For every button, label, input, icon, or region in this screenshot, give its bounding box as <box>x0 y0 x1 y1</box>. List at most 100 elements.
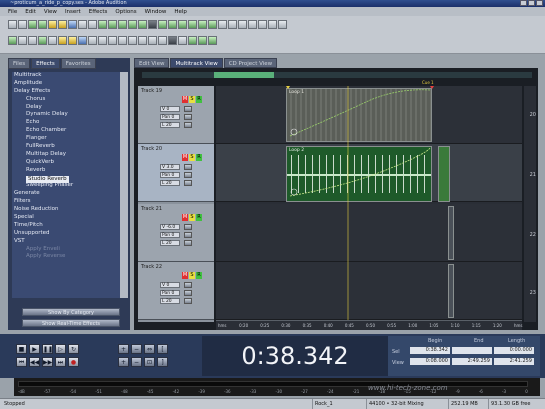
toolbar-button-icon[interactable] <box>28 20 37 29</box>
toolbar-button-icon[interactable] <box>128 36 137 45</box>
tree-effect-item[interactable]: Chorus <box>26 96 120 104</box>
toolbar-button-icon[interactable] <box>48 36 57 45</box>
tree-folder[interactable]: Noise Reduction <box>14 206 120 214</box>
toolbar-button-icon[interactable] <box>118 20 127 29</box>
tree-folder[interactable]: Multitrack <box>14 72 120 80</box>
menu-insert[interactable]: Insert <box>65 9 81 15</box>
loop-button[interactable]: ↻ <box>68 344 79 354</box>
zoom-out-horizontal-icon[interactable]: − <box>131 344 142 354</box>
output-field[interactable]: L 20 <box>160 122 180 128</box>
record-arm-button[interactable]: R <box>196 96 202 103</box>
time-ruler[interactable]: hms 0:20 0:25 0:30 0:35 0:40 0:45 0:50 0:55 1:00 1… <box>216 320 523 330</box>
toolbar-button-icon[interactable] <box>38 20 47 29</box>
volume-field[interactable]: V 3.0 <box>160 164 180 170</box>
tree-effect-item[interactable]: Echo <box>26 119 120 127</box>
volume-envelope[interactable] <box>289 89 431 137</box>
toolbar-button-icon[interactable] <box>238 20 247 29</box>
track-option-button[interactable] <box>184 224 192 230</box>
sel-length-field[interactable]: 0:00.000 <box>494 347 534 354</box>
track-name[interactable]: Track 21 <box>141 206 162 212</box>
effects-scrollbar[interactable] <box>120 72 128 298</box>
toolbar-button-icon[interactable] <box>98 20 107 29</box>
track-option-button[interactable] <box>184 106 192 112</box>
volume-field[interactable]: V 0 <box>160 106 180 112</box>
toolbar-button-icon[interactable] <box>88 20 97 29</box>
tree-effect-item[interactable]: FullReverb <box>26 143 120 151</box>
volume-envelope[interactable] <box>289 147 431 197</box>
toolbar-button-icon[interactable] <box>108 36 117 45</box>
maximize-button[interactable] <box>528 0 535 6</box>
tab-multitrack-view[interactable]: Multitrack View <box>170 58 223 68</box>
marker-icon[interactable] <box>430 86 434 89</box>
volume-field[interactable]: V -6.0 <box>160 224 180 230</box>
toolbar-button-icon[interactable] <box>248 20 257 29</box>
toolbar-button-icon[interactable] <box>278 20 287 29</box>
record-arm-button[interactable]: R <box>196 154 202 161</box>
track-option-button[interactable] <box>184 282 192 288</box>
menu-options[interactable]: Options <box>115 9 136 15</box>
zoom-full-icon[interactable]: ⇔ <box>144 344 155 354</box>
menu-view[interactable]: View <box>44 9 57 15</box>
zoom-selection-icon[interactable]: ⊡ <box>144 357 155 367</box>
track-option-button[interactable] <box>184 172 192 178</box>
mute-button[interactable]: M <box>182 272 188 279</box>
track-header[interactable]: Track 22 M S R V 0 Pan 0 L 20 <box>138 262 214 320</box>
overview-range[interactable] <box>214 72 274 78</box>
toolbar-button-icon[interactable] <box>208 36 217 45</box>
track-option-button[interactable] <box>184 290 192 296</box>
toolbar-button-icon[interactable] <box>168 36 177 45</box>
toolbar-button-icon[interactable] <box>48 20 57 29</box>
zoom-out-vertical-icon[interactable]: − <box>131 357 142 367</box>
solo-button[interactable]: S <box>189 96 195 103</box>
toolbar-button-icon[interactable] <box>258 20 267 29</box>
tree-effect-item[interactable]: Apply Reverse <box>26 253 120 261</box>
sel-begin-field[interactable]: 0:38.342 <box>410 347 450 354</box>
pan-field[interactable]: Pan 0 <box>160 172 180 178</box>
show-by-category-button[interactable]: Show By Category <box>22 308 120 316</box>
menu-window[interactable]: Window <box>145 9 167 15</box>
toolbar-button-icon[interactable] <box>118 36 127 45</box>
zoom-in-horizontal-icon[interactable]: + <box>118 344 129 354</box>
tree-effect-item[interactable]: Delay <box>26 104 120 112</box>
go-to-end-button[interactable]: ⏭ <box>55 357 66 367</box>
pause-button[interactable]: ❚❚ <box>42 344 53 354</box>
toolbar-button-icon[interactable] <box>148 20 157 29</box>
marker-icon[interactable] <box>286 86 290 89</box>
tree-effect-item[interactable]: Echo Chamber <box>26 127 120 135</box>
toolbar-button-icon[interactable] <box>188 20 197 29</box>
view-begin-field[interactable]: 0:08.000 <box>410 358 450 365</box>
toolbar-button-icon[interactable] <box>158 20 167 29</box>
output-field[interactable]: L 20 <box>160 180 180 186</box>
tree-effect-item[interactable]: Flanger <box>26 135 120 143</box>
toolbar-button-icon[interactable] <box>228 20 237 29</box>
menu-effects[interactable]: Effects <box>89 9 108 15</box>
toolbar-button-icon[interactable] <box>58 36 67 45</box>
show-realtime-effects-button[interactable]: Show Real-Time Effects <box>22 319 120 327</box>
tree-folder[interactable]: Amplitude <box>14 80 120 88</box>
tree-folder[interactable]: Generate <box>14 190 120 198</box>
track-option-button[interactable] <box>184 122 192 128</box>
tab-favorites[interactable]: Favorites <box>60 58 96 69</box>
toolbar-button-icon[interactable] <box>148 36 157 45</box>
zoom-right-icon[interactable]: ] <box>157 357 168 367</box>
record-arm-button[interactable]: R <box>196 272 202 279</box>
toolbar-button-icon[interactable] <box>78 36 87 45</box>
play-looped-button[interactable]: ▷ <box>55 344 66 354</box>
toolbar-button-icon[interactable] <box>18 36 27 45</box>
toolbar-button-icon[interactable] <box>68 20 77 29</box>
toolbar-button-icon[interactable] <box>188 36 197 45</box>
tree-folder[interactable]: VST <box>14 238 120 246</box>
mute-button[interactable]: M <box>182 214 188 221</box>
tab-files[interactable]: Files <box>8 58 31 69</box>
track-header[interactable]: Track 21 M S R V -6.0 Pan 0 L 20 <box>138 204 214 262</box>
toolbar-button-icon[interactable] <box>28 36 37 45</box>
track-lanes[interactable]: Loop 1 Loop 2 Cue 1 <box>216 80 522 322</box>
record-button[interactable]: ● <box>68 357 79 367</box>
session-overview[interactable] <box>142 72 532 78</box>
toolbar-button-icon[interactable] <box>98 36 107 45</box>
solo-button[interactable]: S <box>189 154 195 161</box>
toolbar-button-icon[interactable] <box>18 20 27 29</box>
track-header[interactable]: Track 19 M S R V 0 Pan 0 L 20 <box>138 86 214 144</box>
track-header[interactable]: Track 20 M S R V 3.0 Pan 0 L 20 <box>138 144 214 202</box>
pan-control-icon[interactable] <box>290 188 298 196</box>
